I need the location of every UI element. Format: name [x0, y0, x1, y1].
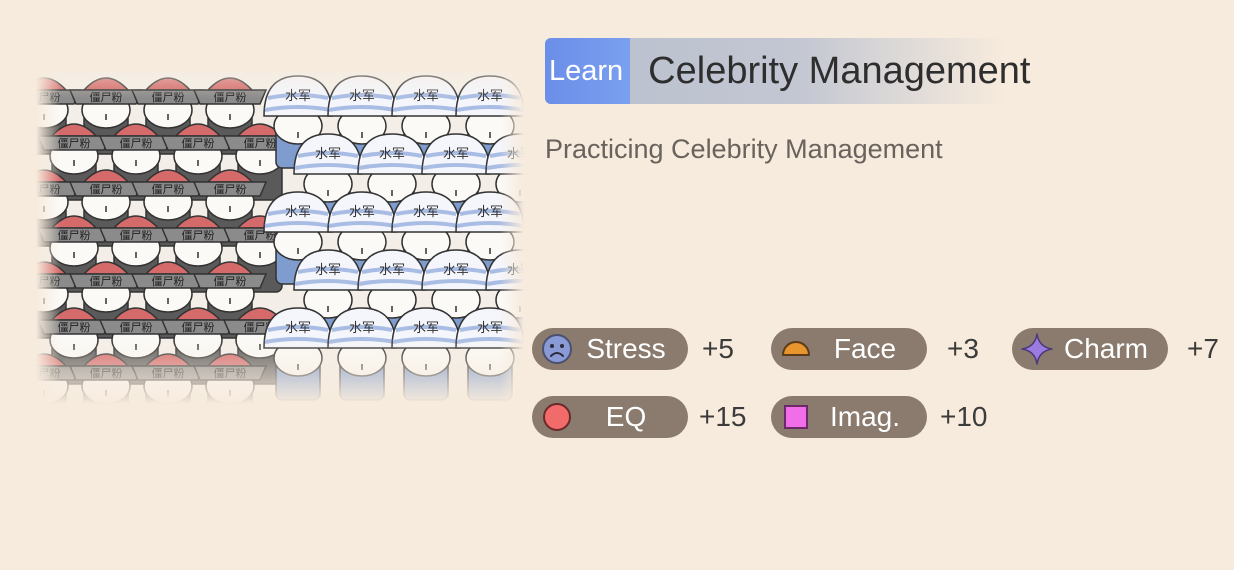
activity-illustration: 僵尸粉僵尸粉僵尸粉僵尸粉僵尸粉僵尸粉僵尸粉僵尸粉僵尸粉僵尸粉僵尸粉僵尸粉僵尸粉僵…: [36, 72, 524, 404]
svg-text:水军: 水军: [379, 263, 405, 278]
svg-text:僵尸粉: 僵尸粉: [90, 91, 123, 104]
svg-text:僵尸粉: 僵尸粉: [244, 137, 277, 150]
svg-text:水军: 水军: [349, 89, 375, 104]
stat-eq-value: +15: [699, 401, 747, 432]
svg-text:僵尸粉: 僵尸粉: [152, 275, 185, 288]
svg-text:僵尸粉: 僵尸粉: [36, 367, 61, 380]
svg-text:僵尸粉: 僵尸粉: [36, 275, 61, 288]
svg-text:水军: 水军: [477, 321, 503, 336]
activity-title-bar: Learn Celebrity Management: [545, 38, 1030, 104]
svg-text:水军: 水军: [413, 89, 439, 104]
sparkle-star-icon: [1020, 332, 1054, 366]
svg-text:水军: 水军: [507, 147, 524, 162]
svg-text:僵尸粉: 僵尸粉: [182, 229, 215, 242]
stat-charm-pill: Charm: [1012, 328, 1168, 370]
svg-text:水军: 水军: [379, 147, 405, 162]
stat-imag-value: +10: [940, 401, 988, 432]
svg-text:僵尸粉: 僵尸粉: [90, 367, 123, 380]
svg-text:僵尸粉: 僵尸粉: [120, 321, 153, 334]
svg-text:水军: 水军: [443, 263, 469, 278]
svg-text:水军: 水军: [285, 89, 311, 104]
svg-text:水军: 水军: [413, 205, 439, 220]
svg-text:水军: 水军: [413, 321, 439, 336]
svg-text:僵尸粉: 僵尸粉: [36, 91, 61, 104]
svg-text:僵尸粉: 僵尸粉: [90, 275, 123, 288]
stat-eq-pill: EQ: [532, 396, 688, 438]
svg-text:水军: 水军: [315, 263, 341, 278]
activity-title: Celebrity Management: [648, 49, 1031, 92]
stat-face-value: +3: [947, 333, 979, 364]
svg-text:僵尸粉: 僵尸粉: [90, 183, 123, 196]
svg-text:僵尸粉: 僵尸粉: [58, 321, 91, 334]
red-circle-icon: [540, 400, 574, 434]
svg-text:僵尸粉: 僵尸粉: [58, 137, 91, 150]
svg-text:僵尸粉: 僵尸粉: [152, 183, 185, 196]
svg-text:水军: 水军: [285, 321, 311, 336]
stat-charm-label: Charm: [1063, 333, 1148, 364]
pink-square-icon: [779, 400, 813, 434]
stat-imag-pill: Imag.: [771, 396, 927, 438]
sad-face-icon: [540, 332, 574, 366]
svg-text:僵尸粉: 僵尸粉: [182, 321, 215, 334]
svg-text:水军: 水军: [349, 321, 375, 336]
svg-text:僵尸粉: 僵尸粉: [120, 137, 153, 150]
half-circle-icon: [779, 332, 813, 366]
svg-text:水军: 水军: [285, 205, 311, 220]
svg-text:僵尸粉: 僵尸粉: [214, 275, 247, 288]
svg-text:水军: 水军: [477, 89, 503, 104]
svg-text:僵尸粉: 僵尸粉: [36, 183, 61, 196]
svg-text:水军: 水军: [443, 147, 469, 162]
stat-stress-value: +5: [702, 333, 734, 364]
stat-charm-value: +7: [1187, 333, 1219, 364]
stat-eq-label: EQ: [605, 401, 647, 432]
svg-text:水军: 水军: [315, 147, 341, 162]
svg-text:水军: 水军: [507, 263, 524, 278]
stat-stress-pill: Stress: [532, 328, 688, 370]
svg-text:僵尸粉: 僵尸粉: [182, 137, 215, 150]
activity-description: Practicing Celebrity Management: [545, 134, 943, 164]
stat-stress-label: Stress: [586, 333, 666, 364]
svg-text:僵尸粉: 僵尸粉: [120, 229, 153, 242]
stat-imag-label: Imag.: [829, 401, 901, 432]
svg-text:僵尸粉: 僵尸粉: [152, 91, 185, 104]
svg-text:水军: 水军: [477, 205, 503, 220]
learn-tag: Learn: [545, 38, 631, 104]
svg-text:僵尸粉: 僵尸粉: [214, 91, 247, 104]
svg-text:僵尸粉: 僵尸粉: [152, 367, 185, 380]
stat-face-label: Face: [833, 333, 897, 364]
stat-face-pill: Face: [771, 328, 927, 370]
svg-text:僵尸粉: 僵尸粉: [214, 367, 247, 380]
svg-text:僵尸粉: 僵尸粉: [214, 183, 247, 196]
svg-text:水军: 水军: [349, 205, 375, 220]
svg-text:僵尸粉: 僵尸粉: [58, 229, 91, 242]
